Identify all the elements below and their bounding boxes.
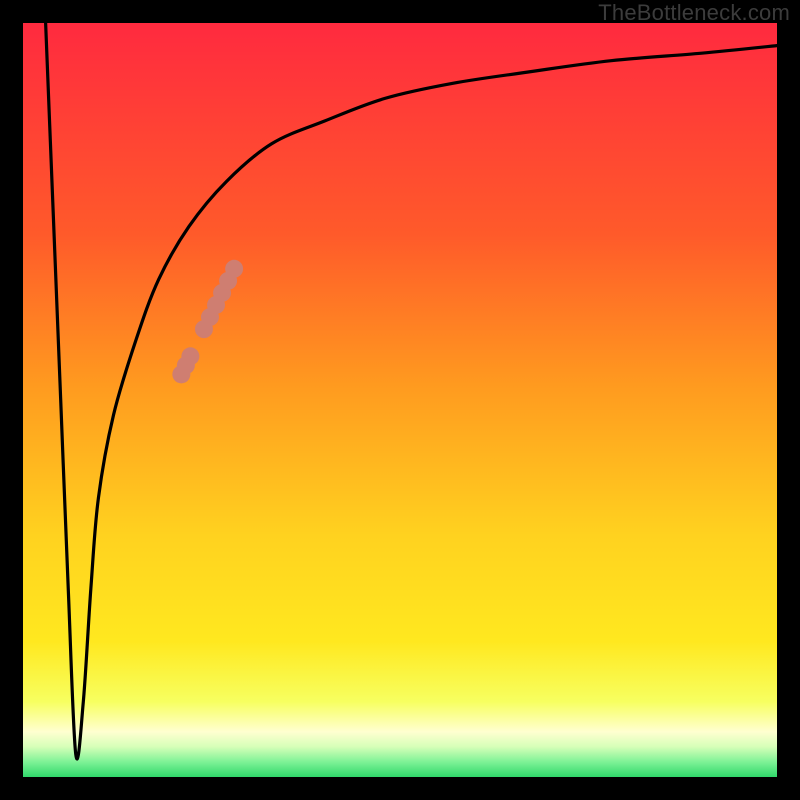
gradient-background <box>23 23 777 777</box>
bottleneck-plot <box>23 23 777 777</box>
watermark-text: TheBottleneck.com <box>598 0 790 26</box>
curve-marker <box>225 260 243 278</box>
curve-marker <box>181 347 199 365</box>
chart-stage: TheBottleneck.com <box>0 0 800 800</box>
